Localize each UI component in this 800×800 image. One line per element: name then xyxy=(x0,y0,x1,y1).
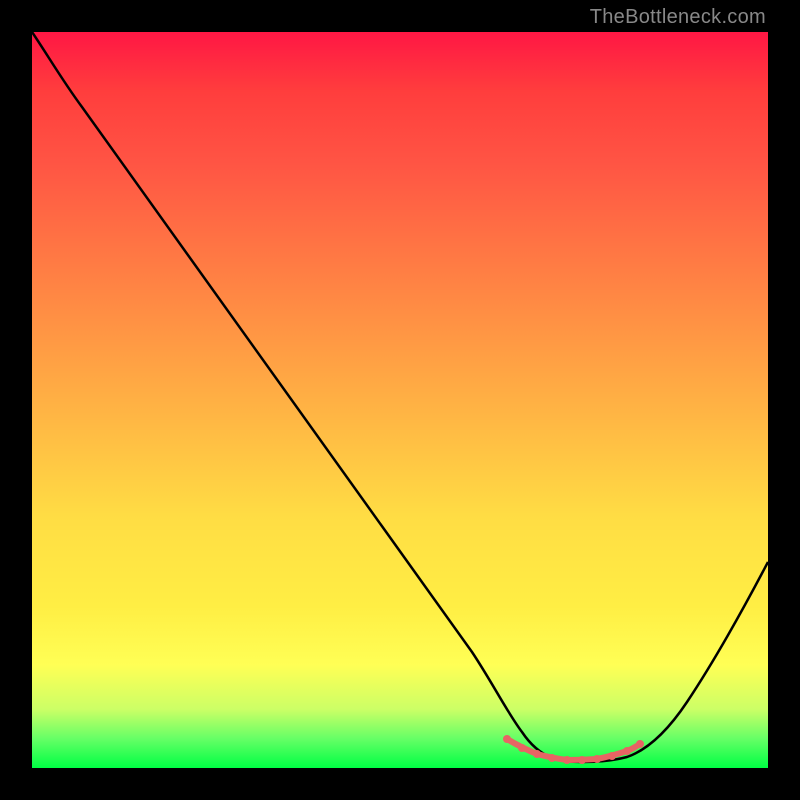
watermark-label: TheBottleneck.com xyxy=(590,6,766,29)
gradient-background xyxy=(32,32,768,768)
chart-container: TheBottleneck.com xyxy=(0,0,800,800)
